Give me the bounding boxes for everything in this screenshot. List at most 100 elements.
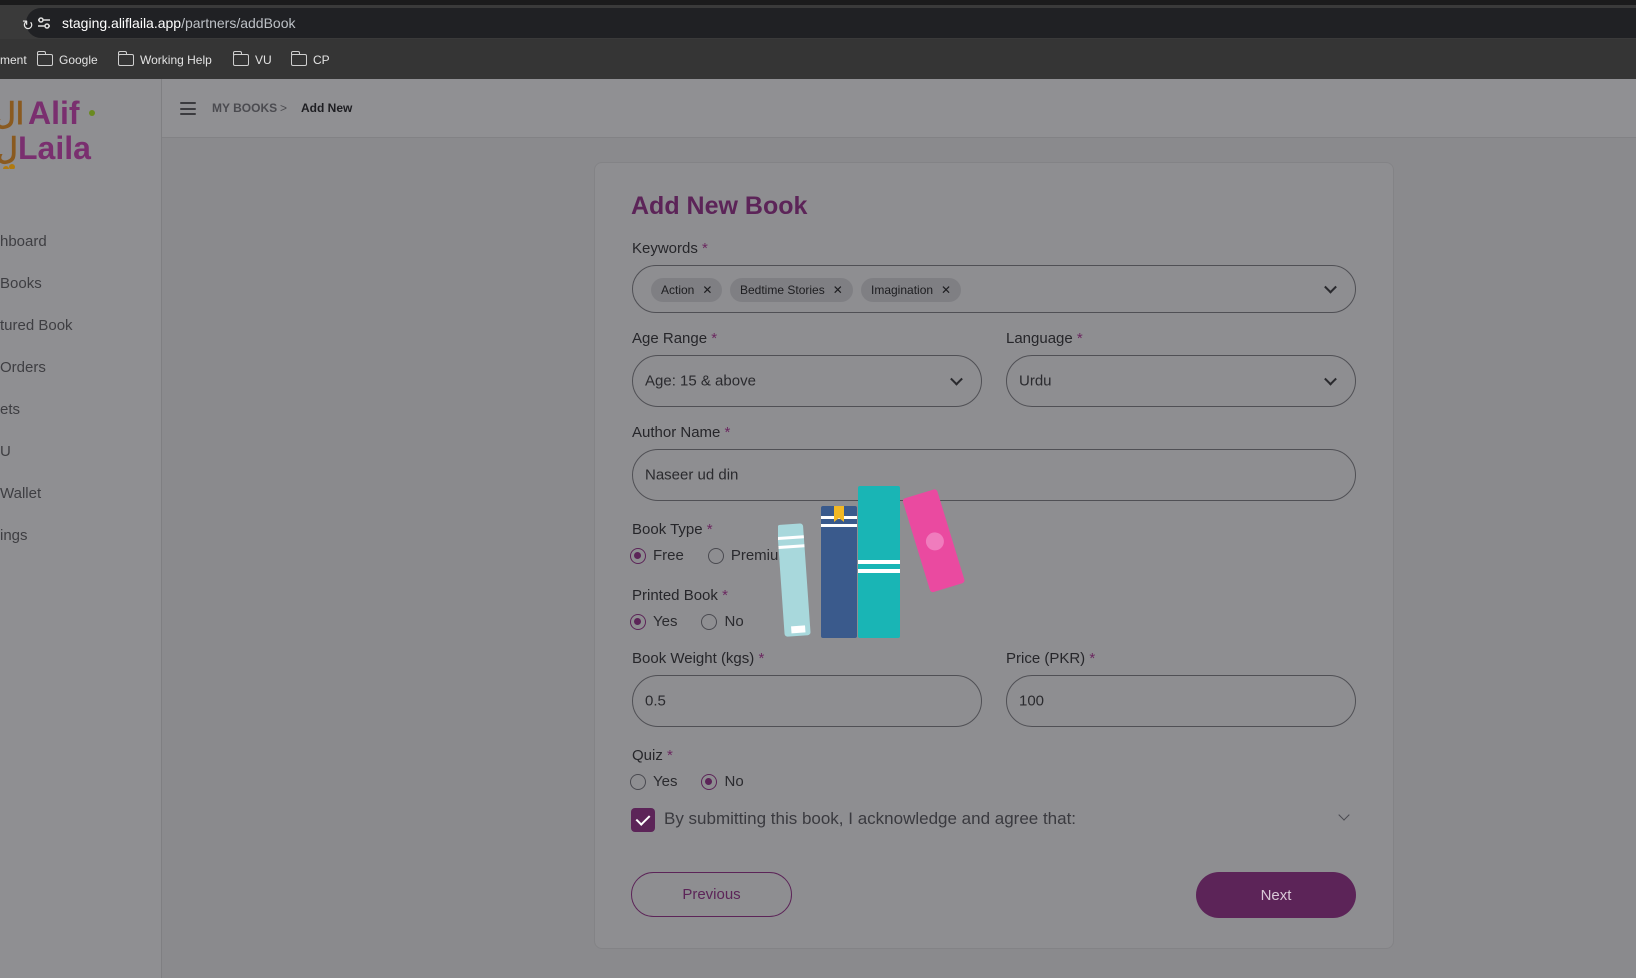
weight-input[interactable]: 0.5	[632, 675, 982, 727]
keyword-chip: Action ✕	[651, 278, 723, 302]
author-name-input[interactable]: Naseer ud din	[632, 449, 1356, 501]
chevron-down-icon[interactable]	[1324, 372, 1337, 386]
bookmark-working-help[interactable]: Working Help	[117, 51, 212, 69]
printed-book-label: Printed Book *	[632, 587, 728, 604]
folder-icon	[36, 51, 53, 66]
radio-quiz-no-label: No	[724, 773, 744, 790]
bookmark-label: Working Help	[140, 53, 212, 67]
book-navy-icon	[821, 506, 857, 638]
site-settings-icon[interactable]	[36, 15, 52, 31]
sidebar-item-orders[interactable]: Orders	[0, 359, 46, 376]
breadcrumb-current: Add New	[301, 101, 353, 115]
keywords-label: Keywords *	[632, 240, 708, 257]
weight-value: 0.5	[645, 692, 666, 710]
printed-book-label-text: Printed Book	[632, 587, 718, 604]
radio-quiz-no[interactable]	[701, 773, 718, 790]
chevron-down-icon[interactable]	[950, 372, 963, 386]
chevron-down-icon[interactable]	[1324, 280, 1337, 294]
address-bar: ↻ staging.aliflaila.app/partners/addBook	[0, 5, 1636, 39]
language-select[interactable]: Urdu	[1006, 355, 1356, 407]
folder-icon	[117, 51, 134, 66]
bookmark-vu[interactable]: VU	[232, 51, 272, 69]
bookmark-cp[interactable]: CP	[290, 51, 330, 69]
age-range-select[interactable]: Age: 15 & above	[632, 355, 982, 407]
quiz-label: Quiz *	[632, 747, 673, 764]
bookmark-ment[interactable]: ment	[0, 51, 27, 69]
close-icon[interactable]: ✕	[941, 283, 951, 297]
price-input[interactable]: 100	[1006, 675, 1356, 727]
book-type-label: Book Type *	[632, 521, 713, 538]
chip-label: Action	[661, 283, 695, 297]
price-value: 100	[1019, 692, 1045, 710]
keywords-label-text: Keywords	[632, 240, 698, 257]
svg-text:ال: ال	[0, 98, 24, 131]
sidebar-item-tickets[interactable]: ets	[0, 401, 20, 418]
agreement-checkbox[interactable]	[631, 808, 655, 832]
radio-printed-no[interactable]	[701, 613, 718, 630]
app-logo[interactable]: Alif Laila ال ل	[0, 89, 100, 169]
required-mark: *	[667, 747, 673, 764]
close-icon[interactable]: ✕	[702, 283, 712, 297]
keyword-chip: Imagination ✕	[861, 278, 962, 302]
sidebar-item-u[interactable]: U	[0, 443, 11, 460]
age-range-label-text: Age Range	[632, 330, 708, 347]
radio-printed-yes[interactable]	[630, 613, 646, 630]
previous-button[interactable]: Previous	[631, 872, 792, 917]
close-icon[interactable]: ✕	[833, 283, 843, 297]
radio-printed-yes-label: Yes	[653, 613, 678, 630]
next-button[interactable]: Next	[1196, 872, 1356, 918]
url-field[interactable]: ↻ staging.aliflaila.app/partners/addBook	[22, 8, 1636, 38]
book-teal-icon	[858, 486, 900, 638]
required-mark: *	[758, 650, 765, 667]
chevron-right-icon: >	[280, 101, 288, 115]
book-pink-icon	[902, 489, 965, 593]
required-mark: *	[722, 587, 728, 604]
radio-premium-label: Premiur	[730, 547, 784, 564]
bookmarks-bar: ment Google Working Help VU CP	[0, 39, 1636, 79]
author-label-text: Author Name	[632, 424, 721, 441]
folder-icon	[290, 51, 307, 66]
sidebar-item-settings[interactable]: ings	[0, 527, 28, 544]
svg-text:Alif: Alif	[28, 95, 80, 131]
url-host: staging.aliflaila.app	[62, 15, 182, 31]
url-path: /partners/addBook	[181, 15, 296, 31]
weight-label-text: Book Weight (kgs)	[632, 650, 755, 667]
svg-text:Laila: Laila	[18, 130, 91, 166]
quiz-label-text: Quiz	[632, 747, 663, 764]
book-type-options: Free Premiur	[630, 547, 783, 564]
sidebar: Alif Laila ال ل hboard Books tured Book …	[0, 79, 162, 978]
book-type-label-text: Book Type	[632, 521, 703, 538]
radio-free-label: Free	[653, 547, 684, 564]
breadcrumb-my-books[interactable]: MY BOOKS	[212, 101, 277, 115]
required-mark: *	[1076, 330, 1083, 347]
age-range-label: Age Range *	[632, 330, 717, 347]
language-label-text: Language	[1006, 330, 1073, 347]
sidebar-item-wallet[interactable]: Wallet	[0, 485, 41, 502]
quiz-options: Yes No	[630, 773, 744, 790]
required-mark: *	[711, 330, 718, 347]
bookmark-label: CP	[313, 53, 330, 67]
page-title: Add New Book	[631, 192, 808, 220]
bookmark-google[interactable]: Google	[36, 51, 98, 69]
books-loader-illustration	[778, 486, 965, 638]
author-name-value: Naseer ud din	[645, 466, 739, 484]
menu-icon[interactable]	[180, 102, 196, 115]
author-label: Author Name *	[632, 424, 730, 441]
svg-text:ل: ل	[0, 133, 18, 166]
keyword-chip: Bedtime Stories ✕	[730, 278, 853, 302]
sidebar-item-featured-book[interactable]: tured Book	[0, 317, 73, 334]
top-bar: MY BOOKS > Add New	[162, 79, 1636, 138]
keywords-select[interactable]: Action ✕ Bedtime Stories ✕ Imagination ✕	[632, 265, 1356, 313]
language-label: Language *	[1006, 330, 1083, 347]
radio-quiz-yes[interactable]	[630, 773, 646, 790]
radio-printed-no-label: No	[724, 613, 744, 630]
sidebar-item-dashboard[interactable]: hboard	[0, 233, 47, 250]
sidebar-item-books[interactable]: Books	[0, 275, 42, 292]
reload-icon[interactable]: ↻	[22, 17, 34, 34]
radio-free[interactable]	[630, 547, 646, 564]
url-text: staging.aliflaila.app/partners/addBook	[62, 15, 296, 31]
required-mark: *	[702, 240, 708, 257]
radio-premium[interactable]	[707, 547, 724, 564]
folder-icon	[232, 51, 249, 66]
price-label: Price (PKR) *	[1006, 650, 1095, 667]
